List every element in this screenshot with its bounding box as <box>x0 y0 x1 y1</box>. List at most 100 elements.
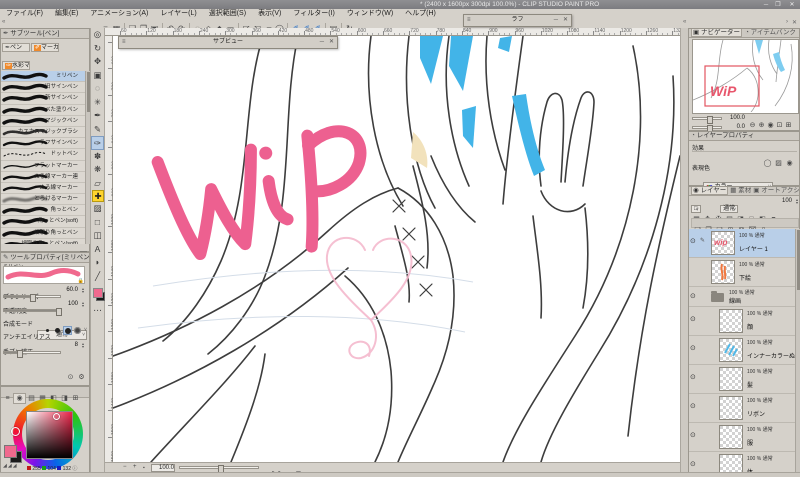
layer-thumbnail[interactable] <box>719 367 743 391</box>
color-history-icons[interactable]: ◢◢◢ <box>3 463 18 469</box>
aa-strong[interactable] <box>73 326 82 335</box>
brush-tool-icon[interactable]: ✑ <box>91 136 104 150</box>
layer-row-下絵[interactable]: 100 % 通常 下絵 <box>689 258 795 287</box>
layer-row-顔[interactable]: ⊙ 100 % 通常顔 <box>689 307 795 336</box>
brush-item-旧サインペン[interactable]: 旧サインペン <box>1 82 85 94</box>
brush-item-ドットペン[interactable]: ドットペン <box>1 149 85 161</box>
brush-item-ミリペン[interactable]: ミリペン <box>1 71 85 83</box>
eraser-tool-icon[interactable]: ▱ <box>91 177 104 191</box>
ruler-tool-icon[interactable]: ╱ <box>91 270 104 284</box>
brush-item-べた塗りペン[interactable]: べた塗りペン <box>1 105 85 116</box>
tool-color-swatches[interactable] <box>91 286 105 304</box>
brush-item-ぬる線マーカー連[interactable]: ぬる線マーカー連 <box>1 172 85 183</box>
figure-tool-icon[interactable]: □ <box>91 216 104 230</box>
layer-visibility-icon[interactable]: ⊙ <box>690 344 696 352</box>
layer-visibility-icon[interactable]: ⊙ <box>690 373 696 381</box>
layer-thumbnail[interactable] <box>719 338 743 362</box>
tool-property-footer-icon[interactable]: ⚙ <box>76 373 87 382</box>
subtool-tab-マーカー[interactable]: ✐マーカー <box>31 43 59 52</box>
layer-thumbnail[interactable] <box>719 396 743 420</box>
layer-opacity-value[interactable]: 100 <box>782 198 792 204</box>
effect-icon[interactable]: ▨ <box>773 159 784 168</box>
layer-visibility-icon[interactable]: ⊙ <box>690 237 696 245</box>
minimize-icon[interactable]: ─ <box>554 15 558 25</box>
floating-window-subview[interactable]: ≡ サブビュー ─ ✕ <box>118 36 338 49</box>
layer-visibility-icon[interactable]: ⊙ <box>690 460 696 468</box>
menu-編集(E)[interactable]: 編集(E) <box>49 9 84 18</box>
aa-none[interactable] <box>43 326 52 335</box>
layer-visibility-icon[interactable]: ⊙ <box>690 315 696 323</box>
nav-zoom-slider[interactable] <box>692 116 722 124</box>
color-tab-6[interactable]: ⊞ <box>70 394 81 403</box>
brush-item-角っとペン[interactable]: 角っとペン <box>1 205 85 217</box>
layers-tab-素材[interactable]: ▦ 素材 <box>730 187 751 194</box>
wand-tool-icon[interactable]: ✳ <box>91 96 104 110</box>
floating-window-rough[interactable]: ≡ ラフ ─ ✕ <box>463 14 572 27</box>
menu-フィルター(I)[interactable]: フィルター(I) <box>287 9 340 18</box>
layer-row-リボン[interactable]: ⊙ 100 % 通常 リボン <box>689 394 795 423</box>
navigator-tab-ナビゲーター[interactable]: ▣ ナビゲーター <box>691 29 742 37</box>
brush-item-ぬる線マーカー[interactable]: ぬる線マーカー <box>1 183 85 195</box>
gradient-tool-icon[interactable]: ▨ <box>91 202 104 216</box>
layers-tab-オートアクション[interactable]: ▣ オートアクション <box>753 187 799 194</box>
layer-row-髪[interactable]: ⊙ 100 % 通常髪 <box>689 365 795 394</box>
main-color-swatch[interactable] <box>4 445 17 458</box>
menu-レイヤー(L)[interactable]: レイヤー(L) <box>154 9 202 18</box>
operation-tool-icon[interactable]: ▣ <box>91 69 104 83</box>
pen-tool-icon[interactable]: ✒ <box>91 109 104 123</box>
brush-item-角っとペン(soft)[interactable]: 角っとペン(soft) <box>1 216 85 228</box>
effect-icon[interactable]: ◉ <box>784 159 795 168</box>
subtool-tab-ペン[interactable]: ✒ペン <box>2 43 30 52</box>
prop-stepper[interactable]: ▴ ▾ <box>82 301 84 308</box>
zoom-out-button[interactable]: − <box>123 464 127 470</box>
prop-stepper[interactable]: ▴ ▾ <box>82 287 84 294</box>
prop-slider[interactable] <box>3 294 61 302</box>
panel-close-icon[interactable]: ✕ <box>792 19 797 26</box>
balloon-tool-icon[interactable]: ◗ <box>91 256 104 270</box>
color-tab-1[interactable]: ◉ <box>13 393 26 404</box>
canvas-viewport[interactable] <box>113 36 680 462</box>
lock-icon[interactable]: 🔒 <box>78 278 84 284</box>
subtool-tab-水彩マー[interactable]: ✑水彩マー <box>2 61 30 70</box>
aa-dropdown-icon[interactable]: ˅ <box>84 327 87 333</box>
stabilization-slider[interactable] <box>3 350 61 358</box>
menu-ヘルプ(H)[interactable]: ヘルプ(H) <box>399 9 442 18</box>
nav-rotate-slider[interactable] <box>692 125 722 133</box>
layer-row-インナーカラーぬり[interactable]: ⊙ 100 % 通常インナーカラーぬり <box>689 336 795 365</box>
effect-icon[interactable]: ◯ <box>762 159 773 168</box>
zoom-value-field[interactable]: 100.0 <box>151 464 175 472</box>
brush-item-細取り角っとペン[interactable]: 細取り角っとペン <box>1 228 85 239</box>
frame-tool-icon[interactable]: ◫ <box>91 229 104 243</box>
rotate-canvas-tool-icon[interactable]: ↻ <box>91 42 104 56</box>
left-dock-collapse-icon[interactable]: « <box>2 19 5 25</box>
canvas-zoom-slider[interactable] <box>179 465 259 473</box>
aa-middle[interactable] <box>63 326 72 335</box>
sv-selector[interactable] <box>53 413 60 420</box>
layer-visibility-icon[interactable]: ⊙ <box>690 292 696 300</box>
prop-value[interactable]: 100 <box>68 301 78 307</box>
menu-選択範囲(S)[interactable]: 選択範囲(S) <box>203 9 252 18</box>
panel-more-icon[interactable]: › <box>786 19 788 25</box>
layers-tab-レイヤー[interactable]: ◉ レイヤー <box>691 187 729 195</box>
zoom-tool-icon[interactable]: ◎ <box>91 28 104 42</box>
more-tools-icon[interactable]: ⋯ <box>91 304 104 318</box>
stabilization-value[interactable]: 8 <box>75 342 78 348</box>
brush-item-カスカスマジックブラシ[interactable]: カスカスマジックブラシ <box>1 127 85 139</box>
brush-item-フラットマーカー[interactable]: フラットマーカー <box>1 161 85 172</box>
lasso-tool-icon[interactable]: ◌ <box>91 82 104 96</box>
layer-thumbnail[interactable]: wip <box>711 231 735 255</box>
brush-item-新サインペン[interactable]: 新サインペン <box>1 93 85 105</box>
layer-thumbnail[interactable] <box>719 309 743 333</box>
prop-slider[interactable] <box>3 308 62 316</box>
brush-item-とろけるマーカー[interactable]: とろけるマーカー <box>1 194 85 206</box>
zoom-in-button[interactable]: + <box>133 464 137 470</box>
stabilization-stepper[interactable]: ▴ ▾ <box>82 342 84 349</box>
tool-property-footer-icon[interactable]: ⊙ <box>65 373 76 382</box>
layer-visibility-icon[interactable]: ⊙ <box>690 431 696 439</box>
menu-アニメーション(A)[interactable]: アニメーション(A) <box>84 9 154 18</box>
layer-thumbnail[interactable] <box>711 260 735 284</box>
close-icon[interactable]: ✕ <box>329 37 334 47</box>
close-icon[interactable]: ✕ <box>563 15 568 25</box>
layer-row-線画[interactable]: ⊙ 100 % 通常 線画 <box>689 287 795 307</box>
minimize-icon[interactable]: ─ <box>320 37 324 47</box>
